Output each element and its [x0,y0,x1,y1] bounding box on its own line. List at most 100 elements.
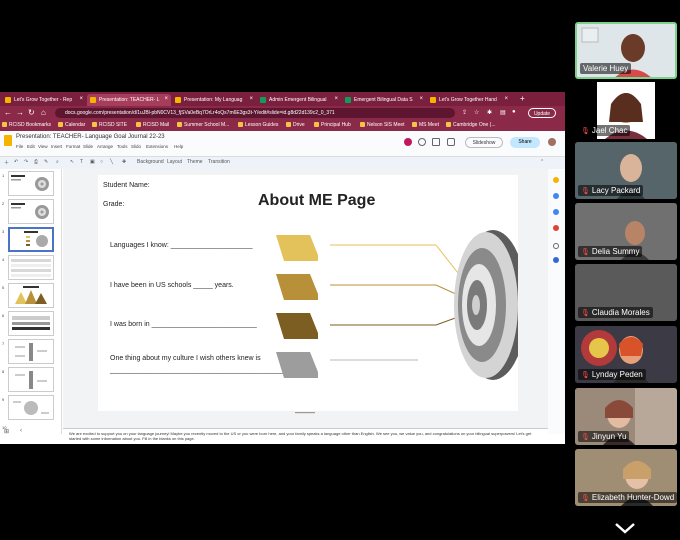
browser-tab[interactable]: Emergent Bilingual Data S × [342,94,426,106]
image-icon[interactable]: ▣ [90,159,95,165]
extensions-icon[interactable]: ✱ [487,109,492,116]
bookmark-item[interactable]: Nelson SIS Meet [360,122,405,128]
participant-tile[interactable]: 🎙 Elizabeth Hunter-Dowd [575,449,677,506]
participant-tile-speaking[interactable]: Valerie Huey [575,22,677,79]
transition-button[interactable]: Transition [208,159,230,165]
keep-icon[interactable] [553,177,559,183]
history-icon[interactable] [418,138,426,146]
slide-thumbnail[interactable] [8,311,54,336]
bookmark-item[interactable]: RCISD Bookmarks [2,122,51,128]
slide-thumbnail[interactable] [8,283,54,308]
browser-tab[interactable]: Presentation: My Languag × [172,94,256,106]
video-call-icon[interactable] [447,138,455,146]
select-icon[interactable]: ↖ [70,159,74,165]
shape-icon[interactable]: ○ [100,159,103,165]
menu-slide[interactable]: Slide [83,144,93,149]
forward-icon[interactable]: → [16,108,24,117]
menu-tools[interactable]: Tools [117,144,128,149]
menu-arrange[interactable]: Arrange [97,144,113,149]
add-on-icon[interactable] [553,243,559,249]
slide-thumbnail[interactable] [8,199,54,224]
document-title[interactable]: Presentation: TEACHER- Language Goal Jou… [16,134,165,140]
bookmark-item[interactable]: RCISD SITE [92,122,127,128]
slideshow-button[interactable]: Slideshow [465,137,503,148]
tasks-icon[interactable] [553,193,559,199]
contacts-icon[interactable] [553,209,559,215]
collapse-filmstrip-icon[interactable]: ‹ [20,428,22,434]
star-icon[interactable]: ☆ [474,109,479,116]
share-button[interactable]: Share [510,137,540,148]
reload-icon[interactable]: ↻ [28,108,35,117]
participant-tile[interactable]: 🎙 Delia Summy [575,203,677,260]
zoom-icon[interactable]: ⌕ [56,159,59,165]
comment-icon[interactable]: ✚ [122,159,126,165]
browser-tab[interactable]: Admin Emergent Bilingual × [257,94,341,106]
participant-tile[interactable]: 🎙 Lacy Packard [575,142,677,199]
bookmark-item[interactable]: Calendar [58,122,85,128]
grid-view-icon[interactable]: ⊞ [4,428,9,435]
slide-thumbnail-selected[interactable] [8,227,54,252]
print-icon[interactable]: ⎙ [34,159,38,165]
browser-tab[interactable]: Let's Grow Together Hand × [427,94,511,106]
paint-format-icon[interactable]: ✎ [44,159,48,165]
line-icon[interactable]: ╲ [110,159,113,165]
bookmark-item[interactable]: MS Meet [412,122,439,128]
participant-tile[interactable]: 🎙 Lynday Peden [575,326,677,383]
share-page-icon[interactable]: ⇪ [462,109,467,116]
drag-handle-icon[interactable] [295,411,315,415]
menu-view[interactable]: View [38,144,48,149]
participant-tile[interactable]: 🎙 Claudia Morales [575,264,677,321]
bookmark-item[interactable]: Summer School M... [177,122,229,128]
maps-icon[interactable] [553,225,559,231]
collapse-icon[interactable]: ⌃ [540,159,544,165]
chevron-down-icon[interactable] [614,522,636,534]
home-icon[interactable]: ⌂ [41,108,46,117]
new-tab-button[interactable]: + [520,94,525,103]
menu-insert[interactable]: Insert [51,144,62,149]
slides-logo-icon[interactable] [4,135,12,146]
bookmark-item[interactable]: Lesson Guides [238,122,278,128]
slide-thumbnail[interactable] [8,339,54,364]
theme-button[interactable]: Theme [187,159,203,165]
avatar[interactable] [548,138,556,146]
slide-thumbnail[interactable] [8,367,54,392]
menu-help[interactable]: Help [174,144,183,149]
browser-tab[interactable]: Let's Grow Together - Rep × [2,94,86,106]
menu-extensions[interactable]: Extensions [146,144,168,149]
participant-tile[interactable]: 🎙 Jinyun Yu [575,388,677,445]
comments-icon[interactable] [432,138,440,146]
menu-file[interactable]: File [16,144,23,149]
bookmark-item[interactable]: Drive [286,122,305,128]
close-icon[interactable]: × [79,96,83,102]
close-icon[interactable]: × [419,96,423,102]
bookmark-item[interactable]: RCISD Mail [136,122,169,128]
menu-format[interactable]: Format [66,144,80,149]
close-icon[interactable]: × [334,96,338,102]
meet-presence-icon[interactable] [404,138,412,146]
profile-icon[interactable]: ● [512,109,516,115]
update-button[interactable]: Update [528,108,556,118]
menu-edit[interactable]: Edit [27,144,35,149]
slido-icon[interactable] [553,257,559,263]
url-input[interactable]: docs.google.com/presentation/d/1uJBl-pbN… [55,108,455,118]
close-icon[interactable]: × [164,96,168,102]
text-box-icon[interactable]: T [80,159,83,165]
undo-icon[interactable]: ↶ [14,159,18,165]
close-icon[interactable]: × [504,96,508,102]
speaker-notes[interactable]: We are excited to support you on your la… [63,428,548,444]
participant-tile[interactable]: 🎙 Jael Chac [575,82,677,139]
new-slide-icon[interactable]: ＋ [4,159,9,166]
slide-canvas[interactable]: Student Name: Grade: About ME Page Langu… [98,175,518,411]
slide-thumbnail[interactable] [8,171,54,196]
close-icon[interactable]: × [249,96,253,102]
reading-list-icon[interactable]: ▤ [500,109,506,116]
redo-icon[interactable]: ↷ [24,159,28,165]
slide-thumbnail[interactable] [8,395,54,420]
background-button[interactable]: Background [137,159,164,165]
slide-thumbnail[interactable] [8,255,54,280]
bookmark-item[interactable]: Cambridge One (... [446,122,496,128]
menu-slido[interactable]: Slido [131,144,141,149]
layout-button[interactable]: Layout [167,159,182,165]
bookmark-item[interactable]: Principal Hub [314,122,351,128]
back-icon[interactable]: ← [4,108,12,117]
